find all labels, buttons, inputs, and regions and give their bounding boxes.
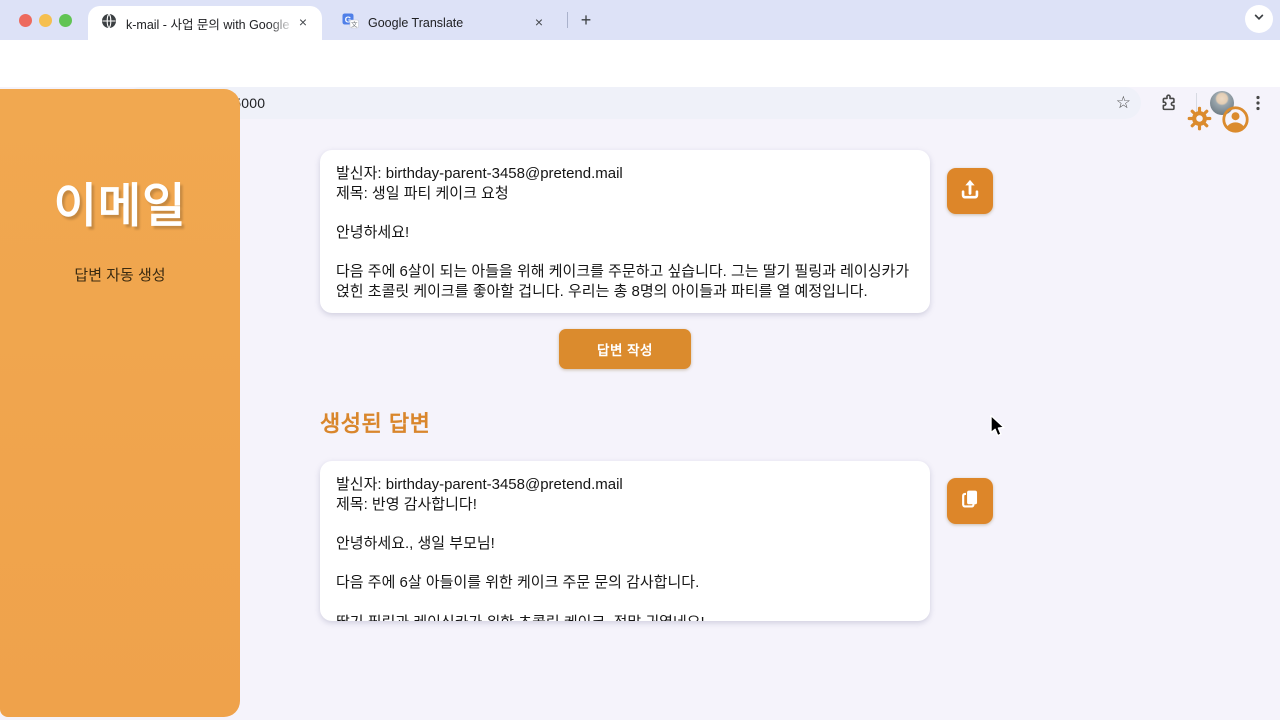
mouse-cursor <box>989 414 1007 445</box>
copy-icon <box>957 486 983 517</box>
incoming-email-card: 발신자: birthday-parent-3458@pretend.mail 제… <box>320 150 930 313</box>
tab-google-translate[interactable]: G文 Google Translate × <box>330 6 558 40</box>
reply-from: 발신자: birthday-parent-3458@pretend.mail <box>336 475 914 495</box>
upload-button[interactable] <box>947 168 993 214</box>
translate-icon: G文 <box>342 12 359 34</box>
app-subtitle: 답변 자동 생성 <box>0 264 240 285</box>
tab-search-chevron-button[interactable] <box>1245 5 1273 33</box>
window-close-button[interactable] <box>19 14 32 27</box>
email-subject: 제목: 생일 파티 케이크 요청 <box>336 184 914 204</box>
new-tab-button[interactable]: + <box>574 8 598 32</box>
tab-separator <box>567 12 568 28</box>
app-title: 이메일 <box>0 167 240 236</box>
extensions-icon[interactable] <box>1156 91 1180 115</box>
window-minimize-button[interactable] <box>39 14 52 27</box>
reply-body: 다음 주에 6살 아들이를 위한 케이크 주문 문의 감사합니다. <box>336 573 914 593</box>
globe-icon <box>101 13 117 34</box>
blank-line <box>336 554 914 574</box>
tab-title: k-mail - 사업 문의 with Google <box>126 14 294 33</box>
blank-line <box>336 593 914 613</box>
compose-reply-button[interactable]: 답변 작성 <box>559 329 691 369</box>
blank-line <box>336 203 914 223</box>
settings-button[interactable] <box>1186 105 1213 137</box>
bookmark-star-icon[interactable]: ☆ <box>1116 93 1131 113</box>
reply-subject: 제목: 반영 감사합니다! <box>336 495 914 515</box>
url-text: 127.0.0.1:5000 <box>169 95 1116 111</box>
email-greeting: 안녕하세요! <box>336 223 914 243</box>
chevron-down-icon <box>1253 10 1265 28</box>
app-sidebar: 이메일 답변 자동 생성 <box>0 89 240 717</box>
account-button[interactable] <box>1221 105 1250 139</box>
tab-title: Google Translate <box>368 16 530 30</box>
browser-toolbar: 127.0.0.1:5000 ☆ <box>0 40 1280 87</box>
blank-line <box>336 514 914 534</box>
generated-reply-heading: 생성된 답변 <box>320 406 430 438</box>
reply-body-clipped: 딸기 필링과 레이싱카가 위한 초콜릿 케이크, 정말 귀엽네요! <box>336 613 914 621</box>
copy-button[interactable] <box>947 478 993 524</box>
close-icon[interactable]: × <box>294 14 312 32</box>
reply-greeting: 안녕하세요., 생일 부모님! <box>336 534 914 554</box>
tab-kmail[interactable]: k-mail - 사업 문의 with Google × <box>88 6 322 40</box>
close-icon[interactable]: × <box>530 14 548 32</box>
window-zoom-button[interactable] <box>59 14 72 27</box>
email-body: 다음 주에 6살이 되는 아들을 위해 케이크를 주문하고 싶습니다. 그는 딸… <box>336 262 914 301</box>
blank-line <box>336 243 914 263</box>
upload-icon <box>957 176 983 207</box>
browser-window: k-mail - 사업 문의 with Google × G文 Google T… <box>0 0 1280 720</box>
tab-strip: k-mail - 사업 문의 with Google × G文 Google T… <box>0 0 1280 40</box>
svg-text:文: 文 <box>351 19 358 28</box>
gear-icon <box>1186 119 1213 136</box>
address-bar[interactable]: 127.0.0.1:5000 ☆ <box>125 87 1141 119</box>
email-from: 발신자: birthday-parent-3458@pretend.mail <box>336 164 914 184</box>
profile-icon <box>1221 121 1250 138</box>
generated-reply-card: 발신자: birthday-parent-3458@pretend.mail 제… <box>320 461 930 621</box>
